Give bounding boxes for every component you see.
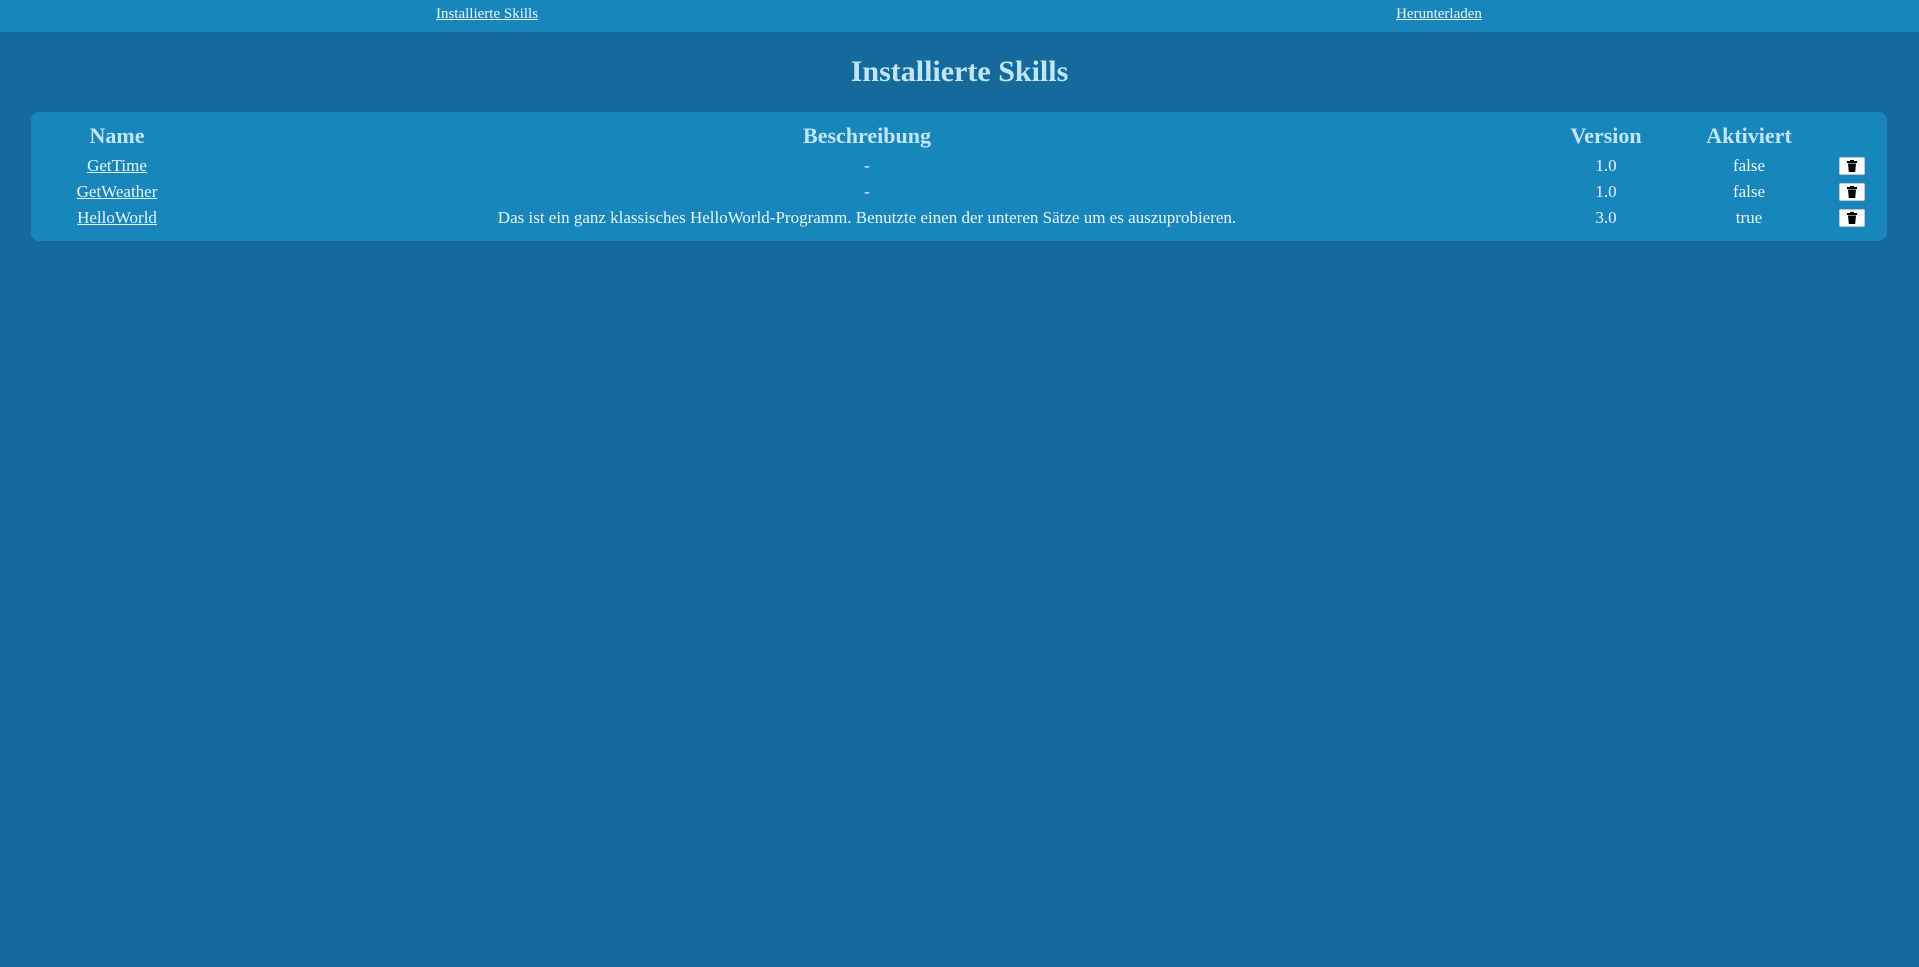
skill-link-gettime[interactable]: GetTime [87,156,147,175]
skills-table: Name Beschreibung Version Aktiviert GetT… [31,112,1887,241]
column-header-description: Beschreibung [803,123,931,148]
table-row-name: HelloWorld [77,206,157,230]
delete-button-getweather[interactable] [1839,183,1865,201]
table-row-active: false [1732,156,1766,175]
delete-button-helloworld[interactable] [1839,209,1865,227]
skill-link-getweather[interactable]: GetWeather [77,182,158,201]
page-title: Installierte Skills [850,55,1069,88]
table-row-description: Das ist ein ganz klassisches HelloWorld-… [497,208,1237,227]
top-navigation: Installierte Skills Herunterladen [0,0,1919,32]
delete-button-gettime[interactable] [1839,157,1865,175]
skill-link-helloworld[interactable]: HelloWorld [77,208,157,227]
nav-link-installed-skills[interactable]: Installierte Skills [436,6,538,23]
table-row-active: true [1735,208,1763,227]
table-row-name: GetTime [87,154,147,178]
column-header-active: Aktiviert [1706,123,1792,148]
nav-link-download[interactable]: Herunterladen [1396,6,1482,23]
table-row-name: GetWeather [77,180,158,204]
table-row-description: - [864,156,870,175]
table-row-version: 1.0 [1595,182,1617,201]
trash-icon [1847,160,1857,172]
table-row-description: - [864,182,870,201]
table-row-version: 1.0 [1595,156,1617,175]
table-row-version: 3.0 [1595,208,1617,227]
column-header-name: Name [89,123,145,148]
trash-icon [1847,186,1857,198]
column-header-version: Version [1570,123,1642,148]
trash-icon [1847,212,1857,224]
table-row-active: false [1732,182,1766,201]
